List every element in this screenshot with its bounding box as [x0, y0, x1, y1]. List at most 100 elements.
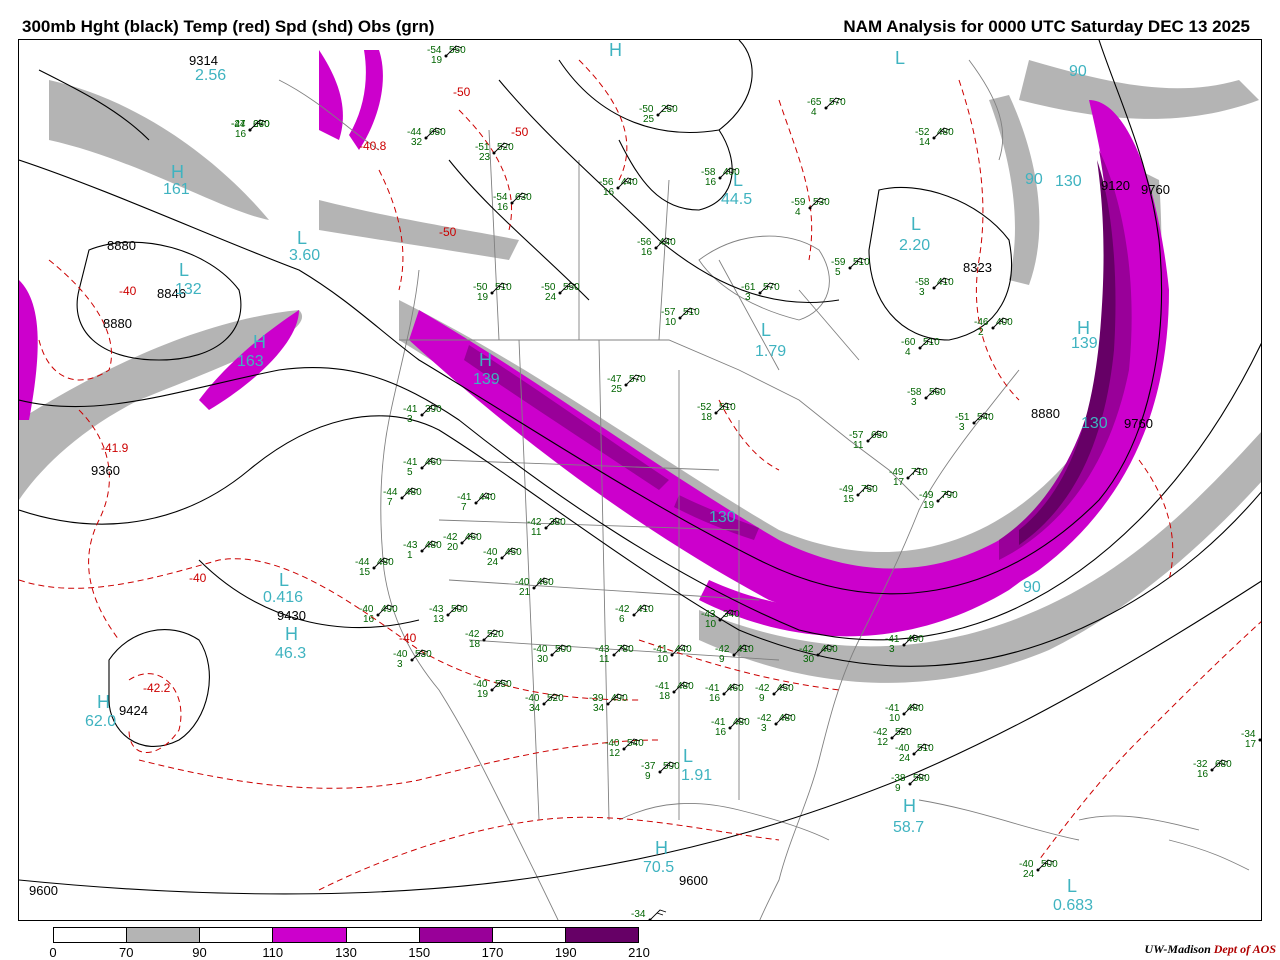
- obs-dewpoint: 10: [657, 654, 669, 665]
- speed-label: 0.416: [263, 589, 303, 606]
- obs-dewpoint: 3: [745, 292, 751, 303]
- legend-swatch: [200, 928, 274, 942]
- pressure-center: L: [297, 228, 307, 248]
- hudson-bay: [698, 235, 830, 321]
- temp-contour: [38, 259, 112, 381]
- station-obs: -44 65032: [407, 127, 446, 148]
- obs-dewpoint: 16: [1197, 769, 1209, 780]
- obs-dewpoint: 19: [477, 689, 489, 700]
- station-obs: -40 50024: [1019, 859, 1058, 880]
- obs-dewpoint: 10: [665, 317, 677, 328]
- obs-dewpoint: 6: [619, 614, 625, 625]
- station-obs: -50 51019: [473, 282, 512, 303]
- station-obs: -40 55019: [473, 679, 512, 700]
- station-obs: -60 5104: [901, 337, 940, 358]
- station-obs: -54 55019: [427, 45, 466, 66]
- speed-label: 90: [1023, 579, 1041, 596]
- cuba-coast: [918, 799, 1080, 841]
- obs-dewpoint: 4: [795, 207, 801, 218]
- height-label: 8880: [103, 316, 132, 331]
- obs-dewpoint: 11: [853, 440, 864, 451]
- speed-label: 2.56: [195, 67, 226, 84]
- station-obs: -40 49016: [359, 604, 398, 625]
- obs-dewpoint: 1: [407, 550, 413, 561]
- obs-dewpoint: 14: [919, 137, 931, 148]
- weather-map: 9314 8880 8846 8880 9360 9430 9424 9600 …: [18, 39, 1262, 921]
- legend-tick-label: 130: [335, 945, 357, 960]
- station-obs: -56 44016: [637, 237, 676, 258]
- temp-label: -40: [189, 571, 207, 585]
- station-obs: -41 46016: [705, 683, 744, 704]
- obs-dewpoint: 16: [709, 693, 721, 704]
- obs-dewpoint: 15: [359, 567, 371, 578]
- legend-tick-label: 170: [481, 945, 504, 960]
- pressure-center: L: [683, 746, 693, 766]
- temp-label: -50: [439, 225, 457, 239]
- obs-dewpoint: 16: [715, 727, 727, 738]
- chart-title-left: 300mb Hght (black) Temp (red) Spd (shd) …: [22, 17, 435, 36]
- station-obs: -3422: [631, 909, 667, 921]
- speed-band-70: [49, 80, 269, 220]
- obs-dewpoint: 18: [659, 691, 671, 702]
- obs-dewpoint: 9: [895, 783, 901, 794]
- temp-contour: [318, 816, 780, 891]
- station-obs: -57 51010: [661, 307, 700, 328]
- station-obs: -65 5704: [807, 97, 846, 118]
- obs-dewpoint: 30: [803, 654, 815, 665]
- obs-dewpoint: 3: [889, 644, 895, 655]
- obs-dewpoint: 17: [1245, 739, 1257, 750]
- speed-label: 1.79: [755, 343, 786, 360]
- pressure-center: H: [1077, 318, 1090, 338]
- legend-swatch: [419, 928, 493, 942]
- speed-label: 70.5: [643, 859, 674, 876]
- obs-dewpoint: 25: [643, 114, 655, 125]
- pressure-center: L: [179, 260, 189, 280]
- height-label: 8880: [107, 238, 136, 253]
- obs-dewpoint: 19: [923, 500, 935, 511]
- obs-dewpoint: 7: [461, 502, 467, 513]
- pressure-center: H: [903, 796, 916, 816]
- temp-label: -40: [399, 631, 417, 645]
- height-contour: [198, 559, 420, 629]
- temp-contour: [578, 59, 628, 181]
- obs-dewpoint: 24: [1023, 869, 1035, 880]
- station-obs: -3470017: [1241, 729, 1261, 750]
- pressure-center: H: [285, 624, 298, 644]
- pressure-center: L: [761, 320, 771, 340]
- temp-label: -42.2: [143, 681, 171, 695]
- obs-dewpoint: 30: [537, 654, 549, 665]
- legend-tick-label: 90: [192, 945, 207, 960]
- obs-dewpoint: 3: [959, 422, 965, 433]
- speed-label: 132: [175, 281, 202, 298]
- station-obs: -40 51024: [895, 743, 934, 764]
- obs-dewpoint: 16: [705, 177, 717, 188]
- obs-dewpoint: 10: [705, 619, 717, 630]
- obs-dewpoint: 22: [635, 919, 647, 921]
- station-obs: -49 75015: [839, 484, 878, 505]
- pressure-center: H: [479, 350, 492, 370]
- obs-dewpoint: 24: [899, 753, 911, 764]
- station-obs: -42 4803: [757, 713, 796, 734]
- station-obs: -49 79019: [919, 490, 958, 511]
- station-obs: -50 55024: [541, 282, 580, 303]
- obs-dewpoint: 16: [603, 187, 615, 198]
- speed-label: 62.0: [85, 713, 116, 730]
- speed-label: 58.7: [893, 819, 924, 836]
- obs-dewpoint: 11: [531, 527, 542, 538]
- obs-dewpoint: 16: [235, 129, 247, 140]
- station-obs: -51 5403: [955, 412, 994, 433]
- temp-label: -40.8: [359, 139, 387, 153]
- station-obs: -57 65011: [849, 430, 888, 451]
- height-label: 9760: [1124, 416, 1153, 431]
- pressure-center: H: [97, 692, 110, 712]
- obs-dewpoint: 12: [877, 737, 889, 748]
- pressure-center: H: [655, 838, 668, 858]
- speed-label: 161: [163, 181, 190, 198]
- station-obs: -42 38011: [527, 517, 566, 538]
- station-obs: -40 52034: [525, 693, 564, 714]
- obs-dewpoint: 10: [889, 713, 901, 724]
- station-obs: -43 78011: [595, 644, 634, 665]
- station-obs: -43 4801: [403, 540, 442, 561]
- speed-legend-bar: [53, 927, 639, 943]
- legend-swatch: [565, 928, 638, 942]
